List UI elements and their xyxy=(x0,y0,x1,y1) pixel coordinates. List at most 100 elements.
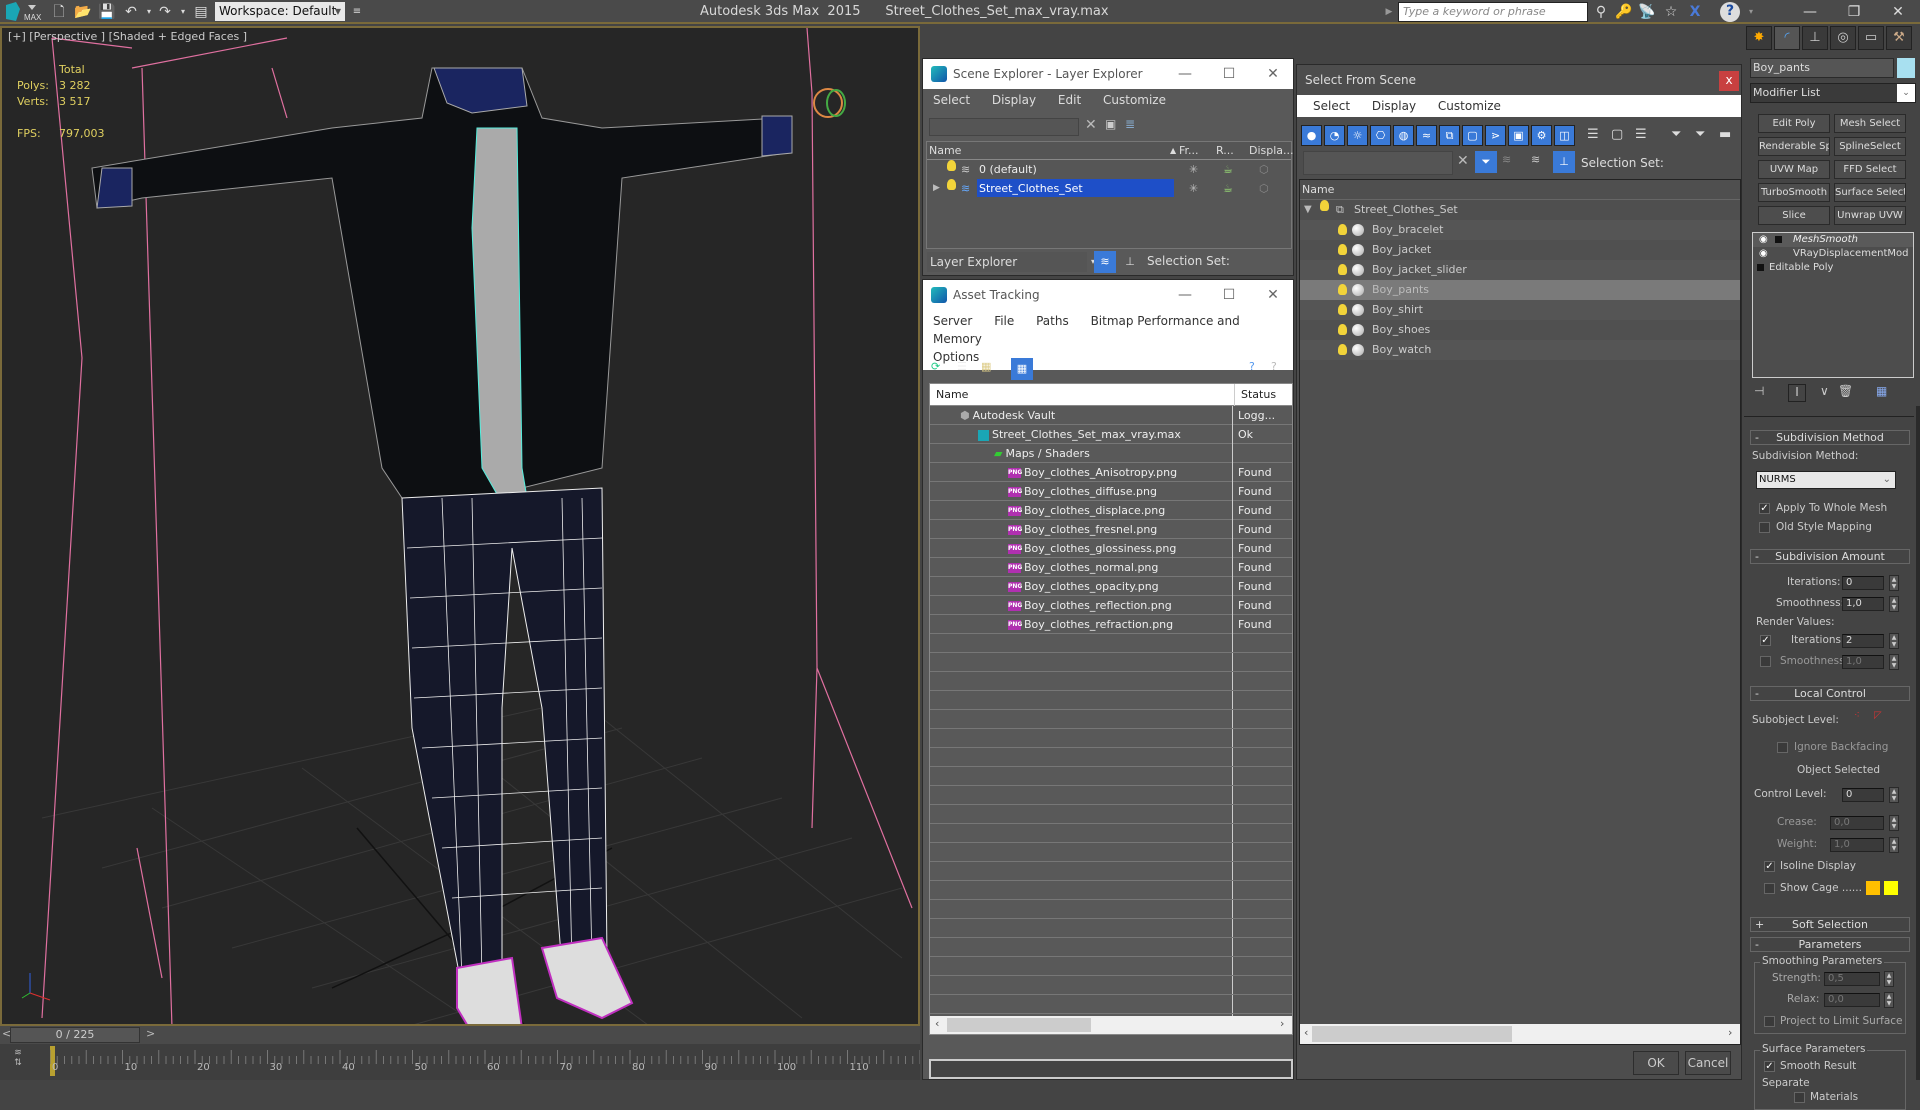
menu-customize[interactable]: Customize xyxy=(1438,99,1501,113)
scroll-left-icon[interactable]: ‹ xyxy=(935,1017,939,1030)
project-limit-checkbox[interactable] xyxy=(1764,1016,1775,1027)
scene-object-row[interactable]: Boy_jacket xyxy=(1300,240,1740,260)
crease-arrows[interactable]: ▲ ▼ xyxy=(1889,815,1899,831)
tab-modify[interactable]: ◜ xyxy=(1774,26,1800,50)
favorites-star-icon[interactable]: ☆ xyxy=(1662,3,1680,21)
rollout-local-control[interactable]: - Local Control xyxy=(1750,686,1910,701)
save-icon[interactable]: 💾 xyxy=(98,3,116,21)
modifier-button[interactable]: Surface Select xyxy=(1834,183,1906,202)
stack-item-selected[interactable]: ◉ MeshSmooth xyxy=(1753,233,1913,247)
menu-select[interactable]: Select xyxy=(1313,99,1350,113)
viewport-label[interactable]: [+] [Perspective ] [Shaded + Edged Faces… xyxy=(8,30,247,43)
layer-row-selected[interactable]: ▶ ≋ Street_Clothes_Set ✳ ☕ ⬡ xyxy=(927,179,1291,198)
menu-edit[interactable]: Edit xyxy=(1058,93,1081,107)
close-button[interactable]: ✕ xyxy=(1251,59,1295,89)
rollout-parameters[interactable]: - Parameters xyxy=(1750,937,1910,952)
layer-view-toggle[interactable]: ≋ xyxy=(1094,251,1116,273)
layer-search-input[interactable] xyxy=(929,118,1079,136)
layer-explorer-titlebar[interactable]: Scene Explorer - Layer Explorer — ☐ ✕ xyxy=(923,59,1293,89)
add-to-layer-icon[interactable]: ▣ xyxy=(1105,117,1116,131)
horizontal-scrollbar[interactable]: ‹ › xyxy=(1300,1024,1740,1044)
hide-lightbulb-icon[interactable] xyxy=(1338,224,1347,235)
select-all-icon[interactable]: ☰ xyxy=(1587,127,1599,142)
control-level-arrows[interactable]: ▲ ▼ xyxy=(1889,787,1899,803)
modifier-button[interactable]: TurboSmooth xyxy=(1758,183,1830,202)
render-smoothness-checkbox[interactable] xyxy=(1760,656,1771,667)
subdivision-method-dropdown[interactable]: NURMS ⌄ xyxy=(1756,471,1896,489)
col-status[interactable]: Status xyxy=(1234,384,1276,406)
scrollbar-thumb[interactable] xyxy=(1312,1026,1512,1042)
project-folder-icon[interactable]: ▤ xyxy=(192,3,210,21)
new-file-icon[interactable]: 🗋 xyxy=(50,3,68,21)
show-cage-checkbox[interactable] xyxy=(1764,883,1775,894)
undo-icon[interactable]: ↶ xyxy=(122,3,140,21)
layer-filter-icon[interactable]: ≋ xyxy=(1502,153,1511,166)
asset-tracking-titlebar[interactable]: Asset Tracking — ☐ ✕ xyxy=(923,280,1293,310)
select-dialog-titlebar[interactable]: Select From Scene x xyxy=(1297,65,1741,95)
smooth-result-checkbox[interactable]: ✓ xyxy=(1764,1061,1775,1072)
scene-object-row[interactable]: Boy_watch xyxy=(1300,340,1740,360)
time-slider-thumb[interactable]: 0 / 225 xyxy=(10,1027,140,1043)
relax-arrows[interactable]: ▲ ▼ xyxy=(1884,992,1894,1008)
modifier-button[interactable]: SplineSelect xyxy=(1834,137,1906,156)
scroll-left-icon[interactable]: ‹ xyxy=(1304,1026,1308,1039)
hide-lightbulb-icon[interactable] xyxy=(1338,264,1347,275)
hierarchy-view-toggle[interactable]: ⊥ xyxy=(1119,251,1141,273)
render-iterations-checkbox[interactable]: ✓ xyxy=(1760,635,1771,646)
rollout-subdivision-method[interactable]: - Subdivision Method xyxy=(1750,430,1910,445)
collapse-arrow-icon[interactable]: ▼ xyxy=(1304,200,1312,220)
customize-toolbar-icon[interactable]: ≡ xyxy=(348,3,366,21)
layer-name[interactable]: 0 (default) xyxy=(979,160,1037,179)
scroll-right-icon[interactable]: › xyxy=(1280,1017,1284,1030)
maximize-button[interactable]: ☐ xyxy=(1207,59,1251,89)
relax-spinner[interactable]: 0,0 xyxy=(1824,993,1880,1007)
close-button[interactable]: ✕ xyxy=(1251,280,1295,310)
spacewarps-filter-icon[interactable]: ≈ xyxy=(1416,125,1437,146)
tree-view-icon[interactable]: ▦ xyxy=(981,360,991,373)
collapse-all-icon[interactable]: ▬ xyxy=(1719,127,1731,142)
next-frame-button[interactable]: > xyxy=(146,1027,155,1040)
iterations-spinner[interactable]: 0 xyxy=(1842,576,1884,590)
context-help-icon[interactable]: ? xyxy=(1271,360,1277,373)
col-render[interactable]: R... xyxy=(1216,142,1234,160)
new-layer-icon[interactable]: ≣ xyxy=(1125,117,1135,131)
curve-editor-icon[interactable]: ≋ ⇅ xyxy=(8,1048,28,1076)
hide-lightbulb-icon[interactable] xyxy=(1338,284,1347,295)
asset-row[interactable]: PNG Boy_clothes_reflection.png Found xyxy=(930,596,1292,615)
panel-scrollbar[interactable] xyxy=(1916,406,1920,1080)
tab-hierarchy[interactable]: ⊥ xyxy=(1802,26,1828,50)
hidden-filter-icon[interactable]: ◫ xyxy=(1554,125,1575,146)
crease-spinner[interactable]: 0,0 xyxy=(1830,816,1884,830)
hide-lightbulb-icon[interactable] xyxy=(1338,344,1347,355)
modifier-button[interactable]: Edit Poly xyxy=(1758,114,1830,133)
minimize-button[interactable]: — xyxy=(1163,59,1207,89)
layer-row[interactable]: ≋ 0 (default) ✳ ☕ ⬡ xyxy=(927,160,1291,179)
geometry-filter-icon[interactable]: ● xyxy=(1301,125,1322,146)
modifier-button[interactable]: FFD Select xyxy=(1834,160,1906,179)
iterations-spinner-arrows[interactable]: ▲ ▼ xyxy=(1889,575,1899,591)
asset-row[interactable]: PNG Boy_clothes_Anisotropy.png Found xyxy=(930,463,1292,482)
helpers-filter-icon[interactable]: ◍ xyxy=(1393,125,1414,146)
tab-utilities[interactable]: ⚒ xyxy=(1886,26,1912,50)
cage-color-swatch[interactable] xyxy=(1866,881,1880,895)
explorer-mode-dropdown[interactable]: Layer Explorer ▾ xyxy=(927,252,1095,272)
expand-icon[interactable] xyxy=(1757,264,1764,271)
rollout-subdivision-amount[interactable]: - Subdivision Amount xyxy=(1750,549,1910,564)
scroll-right-icon[interactable]: › xyxy=(1728,1026,1732,1039)
shapes-filter-icon[interactable]: ◔ xyxy=(1324,125,1345,146)
ok-button[interactable]: OK xyxy=(1633,1051,1679,1075)
close-button[interactable]: x xyxy=(1719,71,1739,91)
help-dropdown-icon[interactable]: ▾ xyxy=(1742,3,1760,21)
make-unique-icon[interactable]: ∨ xyxy=(1820,384,1829,398)
col-name[interactable]: Name xyxy=(936,384,968,406)
modifier-list-dropdown[interactable]: Modifier List ⌄ xyxy=(1750,83,1916,103)
tab-create[interactable]: ✸ xyxy=(1746,26,1772,50)
redo-icon[interactable]: ↷ xyxy=(156,3,174,21)
object-name-field[interactable]: Boy_pants xyxy=(1750,58,1894,78)
menu-file[interactable]: File xyxy=(994,314,1014,328)
select-none-icon[interactable]: ▢ xyxy=(1611,127,1623,142)
render-teapot-icon[interactable]: ☕ xyxy=(1223,179,1233,198)
menu-server[interactable]: Server xyxy=(933,314,972,328)
redo-dropdown-icon[interactable]: ▾ xyxy=(174,3,192,21)
asset-row[interactable]: PNG Boy_clothes_opacity.png Found xyxy=(930,577,1292,596)
